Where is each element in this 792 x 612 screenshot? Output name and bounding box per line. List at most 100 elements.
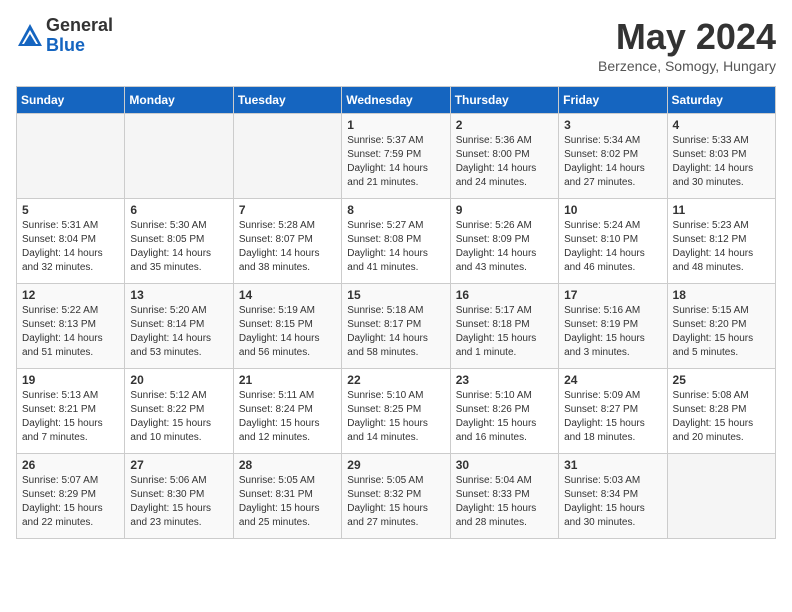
sunset-info: Sunset: 8:07 PM <box>239 234 313 245</box>
day-info: Sunrise: 5:28 AMSunset: 8:07 PMDaylight:… <box>239 219 336 275</box>
day-number: 8 <box>347 203 444 217</box>
calendar-cell: 12Sunrise: 5:22 AMSunset: 8:13 PMDayligh… <box>17 284 125 369</box>
day-number: 6 <box>130 203 227 217</box>
sunrise-info: Sunrise: 5:20 AM <box>130 305 206 316</box>
week-row-4: 19 Sunrise: 5:13 AMSunset: 8:21 PMDayligh… <box>17 369 776 454</box>
logo: General Blue <box>16 16 113 56</box>
daylight-hours-label: Daylight: 14 hours <box>130 333 211 344</box>
day-info: Sunrise: 5:10 AMSunset: 8:25 PMDaylight:… <box>347 389 444 445</box>
day-info: Sunrise: 5:15 AMSunset: 8:20 PMDaylight:… <box>673 304 770 360</box>
calendar-cell: 23Sunrise: 5:10 AMSunset: 8:26 PMDayligh… <box>450 369 558 454</box>
sunrise-info: Sunrise: 5:03 AM <box>564 475 640 486</box>
day-info: Sunrise: 5:33 AMSunset: 8:03 PMDaylight:… <box>673 134 770 190</box>
sunset-info: Sunset: 8:05 PM <box>130 234 204 245</box>
day-info: Sunrise: 5:09 AMSunset: 8:27 PMDaylight:… <box>564 389 661 445</box>
calendar-cell <box>667 454 775 539</box>
daylight-minutes: and 16 minutes. <box>456 432 527 443</box>
daylight-hours-label: Daylight: 15 hours <box>564 503 645 514</box>
sunset-info: Sunset: 8:25 PM <box>347 404 421 415</box>
sunrise-info: Sunrise: 5:18 AM <box>347 305 423 316</box>
sunrise-info: Sunrise: 5:10 AM <box>347 390 423 401</box>
daylight-hours-label: Daylight: 14 hours <box>564 248 645 259</box>
day-number: 9 <box>456 203 553 217</box>
day-number: 5 <box>22 203 119 217</box>
page-header: General Blue May 2024 Berzence, Somogy, … <box>16 16 776 74</box>
day-number: 28 <box>239 458 336 472</box>
daylight-minutes: and 1 minute. <box>456 347 517 358</box>
month-title: May 2024 <box>598 16 776 58</box>
calendar-cell: 15Sunrise: 5:18 AMSunset: 8:17 PMDayligh… <box>342 284 450 369</box>
day-info: Sunrise: 5:03 AMSunset: 8:34 PMDaylight:… <box>564 474 661 530</box>
sunset-info: Sunset: 8:04 PM <box>22 234 96 245</box>
daylight-minutes: and 43 minutes. <box>456 262 527 273</box>
daylight-minutes: and 7 minutes. <box>22 432 88 443</box>
sunset-info: Sunset: 8:15 PM <box>239 319 313 330</box>
calendar-cell: 9 Sunrise: 5:26 AMSunset: 8:09 PMDaylight… <box>450 199 558 284</box>
day-number: 3 <box>564 118 661 132</box>
sunset-info: Sunset: 8:00 PM <box>456 149 530 160</box>
calendar-cell: 26Sunrise: 5:07 AMSunset: 8:29 PMDayligh… <box>17 454 125 539</box>
weekday-header-wednesday: Wednesday <box>342 87 450 114</box>
daylight-minutes: and 12 minutes. <box>239 432 310 443</box>
day-info: Sunrise: 5:18 AMSunset: 8:17 PMDaylight:… <box>347 304 444 360</box>
sunset-info: Sunset: 8:30 PM <box>130 489 204 500</box>
daylight-minutes: and 22 minutes. <box>22 517 93 528</box>
daylight-minutes: and 58 minutes. <box>347 347 418 358</box>
sunset-info: Sunset: 8:24 PM <box>239 404 313 415</box>
sunset-info: Sunset: 8:32 PM <box>347 489 421 500</box>
day-info: Sunrise: 5:05 AMSunset: 8:32 PMDaylight:… <box>347 474 444 530</box>
day-number: 30 <box>456 458 553 472</box>
daylight-hours-label: Daylight: 14 hours <box>130 248 211 259</box>
daylight-minutes: and 48 minutes. <box>673 262 744 273</box>
location-text: Berzence, Somogy, Hungary <box>598 58 776 74</box>
daylight-minutes: and 20 minutes. <box>673 432 744 443</box>
calendar-cell: 1Sunrise: 5:37 AMSunset: 7:59 PMDaylight… <box>342 114 450 199</box>
day-number: 26 <box>22 458 119 472</box>
day-number: 19 <box>22 373 119 387</box>
title-area: May 2024 Berzence, Somogy, Hungary <box>598 16 776 74</box>
calendar-cell: 19 Sunrise: 5:13 AMSunset: 8:21 PMDayligh… <box>17 369 125 454</box>
day-info: Sunrise: 5:23 AMSunset: 8:12 PMDaylight:… <box>673 219 770 275</box>
weekday-header-thursday: Thursday <box>450 87 558 114</box>
day-number: 4 <box>673 118 770 132</box>
sunrise-info: Sunrise: 5:13 AM <box>22 390 98 401</box>
weekday-header-friday: Friday <box>559 87 667 114</box>
day-number: 22 <box>347 373 444 387</box>
daylight-hours-label: Daylight: 14 hours <box>456 248 537 259</box>
logo-icon <box>16 22 44 50</box>
calendar-cell: 13 Sunrise: 5:20 AM Sunset: 8:14 PM Dayligh… <box>125 284 233 369</box>
sunrise-info: Sunrise: 5:09 AM <box>564 390 640 401</box>
sunrise-info: Sunrise: 5:24 AM <box>564 220 640 231</box>
day-info: Sunrise: 5:27 AMSunset: 8:08 PMDaylight:… <box>347 219 444 275</box>
daylight-hours-label: Daylight: 14 hours <box>239 333 320 344</box>
daylight-hours-label: Daylight: 14 hours <box>347 248 428 259</box>
daylight-hours-label: Daylight: 15 hours <box>239 503 320 514</box>
day-info: Sunrise: 5:19 AMSunset: 8:15 PMDaylight:… <box>239 304 336 360</box>
calendar-cell: 17Sunrise: 5:16 AMSunset: 8:19 PMDayligh… <box>559 284 667 369</box>
day-info: Sunrise: 5:37 AMSunset: 7:59 PMDaylight:… <box>347 134 444 190</box>
day-number: 13 <box>130 288 227 302</box>
day-info: Sunrise: 5:36 AMSunset: 8:00 PMDaylight:… <box>456 134 553 190</box>
daylight-hours-label: Daylight: 15 hours <box>456 333 537 344</box>
sunset-info: Sunset: 8:26 PM <box>456 404 530 415</box>
daylight-minutes: and 35 minutes. <box>130 262 201 273</box>
day-number: 25 <box>673 373 770 387</box>
daylight-hours-label: Daylight: 15 hours <box>673 333 754 344</box>
daylight-minutes: and 56 minutes. <box>239 347 310 358</box>
sunset-info: Sunset: 8:28 PM <box>673 404 747 415</box>
calendar-cell <box>125 114 233 199</box>
daylight-minutes: and 30 minutes. <box>564 517 635 528</box>
day-info: Sunrise: 5:13 AMSunset: 8:21 PMDaylight:… <box>22 389 119 445</box>
day-number: 12 <box>22 288 119 302</box>
sunset-info: Sunset: 8:33 PM <box>456 489 530 500</box>
sunset-info: Sunset: 8:08 PM <box>347 234 421 245</box>
day-info: Sunrise: 5:26 AMSunset: 8:09 PMDaylight:… <box>456 219 553 275</box>
calendar-cell: 25Sunrise: 5:08 AMSunset: 8:28 PMDayligh… <box>667 369 775 454</box>
calendar-cell: 5Sunrise: 5:31 AMSunset: 8:04 PMDaylight… <box>17 199 125 284</box>
day-info: Sunrise: 5:34 AMSunset: 8:02 PMDaylight:… <box>564 134 661 190</box>
sunrise-info: Sunrise: 5:31 AM <box>22 220 98 231</box>
sunset-info: Sunset: 8:03 PM <box>673 149 747 160</box>
sunset-info: Sunset: 8:17 PM <box>347 319 421 330</box>
sunset-info: Sunset: 8:14 PM <box>130 319 204 330</box>
day-number: 27 <box>130 458 227 472</box>
